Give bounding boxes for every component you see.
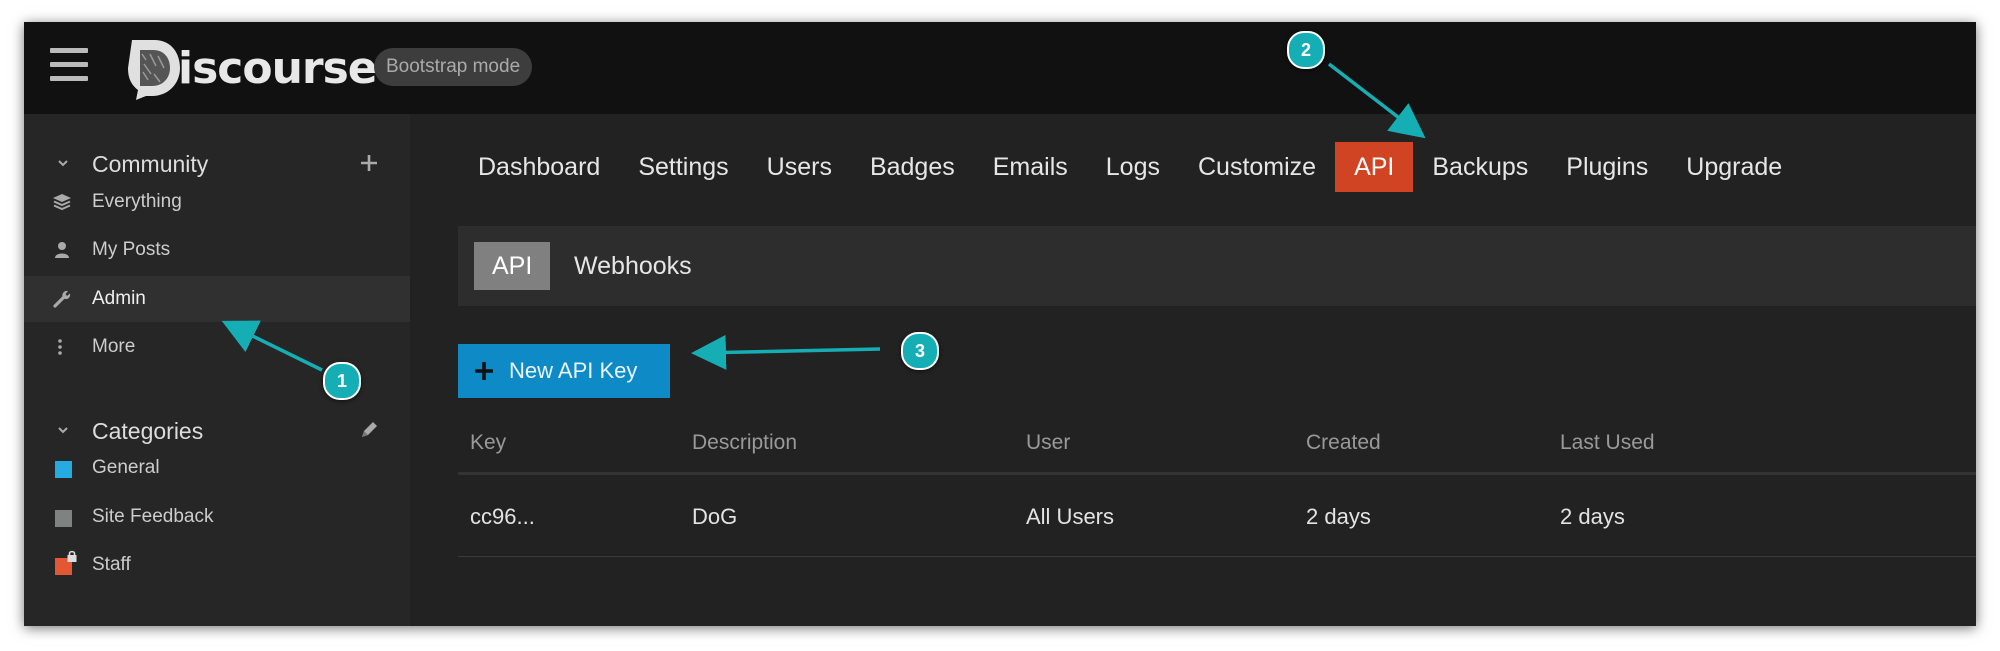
sidebar-category-site-feedback[interactable]: Site Feedback bbox=[24, 494, 410, 540]
api-key-value[interactable]: cc96... bbox=[470, 478, 535, 556]
admin-main: Dashboard Settings Users Badges Emails L… bbox=[458, 114, 1976, 626]
sidebar-item-everything[interactable]: Everything bbox=[24, 179, 410, 225]
sidebar-item-label: Staff bbox=[92, 554, 131, 575]
sidebar-section-title: Categories bbox=[92, 418, 204, 444]
tab-dashboard[interactable]: Dashboard bbox=[458, 142, 619, 192]
tab-settings[interactable]: Settings bbox=[619, 142, 747, 192]
plus-icon[interactable] bbox=[356, 150, 382, 176]
pencil-icon[interactable] bbox=[356, 417, 382, 443]
logo-wordmark: iscourse bbox=[178, 42, 378, 94]
site-header: iscourse Bootstrap mode bbox=[24, 22, 1976, 114]
user-icon bbox=[55, 242, 69, 258]
hamburger-menu-icon[interactable] bbox=[50, 48, 88, 82]
table-row[interactable]: cc96... DoG All Users 2 days 2 days bbox=[458, 478, 1976, 557]
subtab-webhooks[interactable]: Webhooks bbox=[556, 242, 710, 290]
api-key-user: All Users bbox=[1026, 504, 1115, 529]
sidebar-item-label: Site Feedback bbox=[92, 506, 214, 527]
tab-emails[interactable]: Emails bbox=[974, 142, 1087, 192]
sidebar-section-community[interactable]: Community bbox=[24, 144, 410, 184]
lock-icon bbox=[67, 550, 77, 562]
sidebar-item-label: Everything bbox=[92, 191, 182, 212]
sidebar-item-label: My Posts bbox=[92, 239, 171, 260]
callout-badge-2: 2 bbox=[1287, 31, 1325, 69]
column-header-description: Description bbox=[692, 431, 798, 454]
admin-nav: Dashboard Settings Users Badges Emails L… bbox=[458, 142, 1801, 192]
category-color-swatch bbox=[55, 510, 72, 527]
new-api-key-button[interactable]: New API Key bbox=[458, 344, 670, 398]
tab-logs[interactable]: Logs bbox=[1087, 142, 1179, 192]
sidebar-item-admin[interactable]: Admin bbox=[24, 276, 410, 322]
column-header-created: Created bbox=[1306, 431, 1381, 454]
column-header-last-used: Last Used bbox=[1560, 431, 1655, 454]
chevron-down-icon[interactable] bbox=[56, 423, 70, 437]
category-color-swatch bbox=[55, 461, 72, 478]
api-key-created: 2 days bbox=[1306, 504, 1371, 529]
chevron-down-icon[interactable] bbox=[56, 156, 70, 170]
sidebar-category-general[interactable]: General bbox=[24, 445, 410, 491]
subtab-api[interactable]: API bbox=[474, 242, 551, 290]
column-header-user: User bbox=[1026, 431, 1071, 454]
sidebar-category-staff[interactable]: Staff bbox=[24, 542, 410, 588]
api-keys-table-header: Key Description User Created Last Used bbox=[458, 414, 1976, 475]
api-subnav: API Webhooks bbox=[458, 226, 1976, 306]
discourse-d-logo-icon bbox=[128, 40, 180, 100]
tab-upgrade[interactable]: Upgrade bbox=[1667, 142, 1801, 192]
column-header-key: Key bbox=[470, 431, 507, 454]
tab-users[interactable]: Users bbox=[748, 142, 851, 192]
layers-icon bbox=[53, 194, 71, 211]
tab-plugins[interactable]: Plugins bbox=[1547, 142, 1667, 192]
tab-badges[interactable]: Badges bbox=[851, 142, 974, 192]
callout-badge-3: 3 bbox=[901, 332, 939, 370]
api-key-last-used: 2 days bbox=[1560, 504, 1625, 529]
bootstrap-mode-badge[interactable]: Bootstrap mode bbox=[374, 48, 533, 86]
sidebar-section-title: Community bbox=[92, 151, 209, 177]
callout-badge-1: 1 bbox=[323, 362, 361, 400]
sidebar-item-label: General bbox=[92, 457, 160, 478]
tab-api[interactable]: API bbox=[1335, 142, 1414, 192]
sidebar-item-label: Admin bbox=[92, 288, 146, 309]
api-key-description: DoG bbox=[692, 504, 738, 529]
sidebar-item-my-posts[interactable]: My Posts bbox=[24, 227, 410, 273]
new-api-key-label: New API Key bbox=[509, 358, 638, 383]
discourse-logo[interactable]: iscourse bbox=[124, 30, 378, 106]
wrench-icon bbox=[53, 290, 71, 308]
plus-icon bbox=[475, 362, 493, 380]
discourse-window: iscourse Bootstrap mode Community Everyt… bbox=[24, 22, 1976, 626]
tab-customize[interactable]: Customize bbox=[1179, 142, 1335, 192]
tab-backups[interactable]: Backups bbox=[1413, 142, 1547, 192]
